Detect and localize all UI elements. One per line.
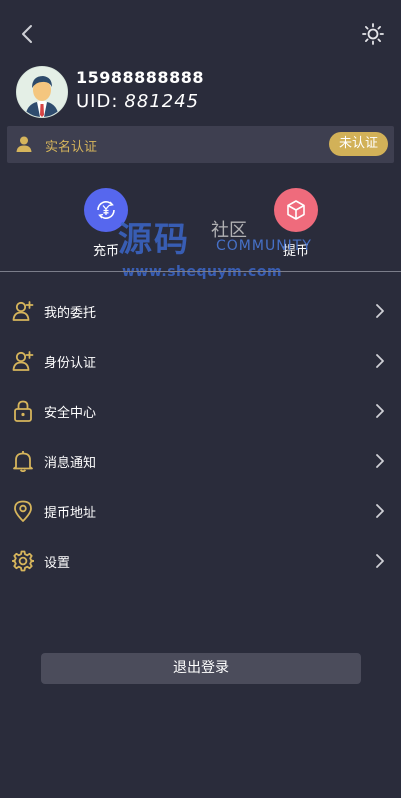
theme-toggle-button[interactable] bbox=[361, 22, 385, 46]
box-icon bbox=[287, 200, 305, 220]
menu-list: 我的委托 身份认证 安全中心 消息通知 提币地址 设置 bbox=[0, 286, 401, 586]
back-button[interactable] bbox=[16, 22, 40, 46]
menu-item-my-orders[interactable]: 我的委托 bbox=[0, 286, 401, 336]
user-avatar-icon bbox=[17, 67, 67, 117]
menu-item-identity[interactable]: 身份认证 bbox=[0, 336, 401, 386]
menu-item-settings[interactable]: 设置 bbox=[0, 536, 401, 586]
sun-icon bbox=[362, 23, 384, 45]
menu-item-label: 我的委托 bbox=[44, 306, 97, 321]
uid-value: 881245 bbox=[124, 91, 200, 112]
menu-item-label: 消息通知 bbox=[44, 456, 97, 471]
person-icon bbox=[16, 136, 32, 152]
location-pin-icon bbox=[14, 500, 32, 522]
withdraw-label: 提币 bbox=[282, 244, 309, 259]
deposit-button[interactable]: 充币 bbox=[76, 188, 136, 268]
user-add-icon bbox=[12, 301, 34, 321]
phone-number: 15988888888 bbox=[76, 68, 204, 87]
kyc-label: 实名认证 bbox=[45, 140, 98, 155]
menu-item-label: 安全中心 bbox=[44, 406, 97, 421]
menu-item-label: 身份认证 bbox=[44, 356, 97, 371]
withdraw-button[interactable]: 提币 bbox=[266, 188, 326, 268]
divider bbox=[0, 271, 401, 272]
kyc-status-badge[interactable]: 未认证 bbox=[328, 132, 388, 156]
deposit-circle bbox=[84, 188, 128, 232]
chevron-right-icon bbox=[376, 304, 384, 318]
chevron-right-icon bbox=[376, 504, 384, 518]
menu-item-security[interactable]: 安全中心 bbox=[0, 386, 401, 436]
chevron-left-icon bbox=[22, 25, 32, 43]
gear-icon bbox=[12, 550, 34, 572]
withdraw-circle bbox=[274, 188, 318, 232]
chevron-right-icon bbox=[376, 454, 384, 468]
watermark-sub: 社区 bbox=[211, 220, 247, 241]
menu-item-withdraw-address[interactable]: 提币地址 bbox=[0, 486, 401, 536]
uid-line: UID: 881245 bbox=[76, 91, 199, 112]
chevron-right-icon bbox=[376, 404, 384, 418]
top-bar bbox=[0, 0, 401, 66]
avatar[interactable] bbox=[16, 66, 68, 118]
menu-item-label: 设置 bbox=[44, 556, 71, 571]
user-add-icon bbox=[12, 351, 34, 371]
logout-button[interactable]: 退出登录 bbox=[41, 653, 361, 684]
watermark-url: www.shequym.com bbox=[122, 264, 283, 280]
menu-item-notifications[interactable]: 消息通知 bbox=[0, 436, 401, 486]
profile-header: 15988888888 UID: 881245 bbox=[16, 66, 386, 118]
chevron-right-icon bbox=[376, 554, 384, 568]
yuan-exchange-icon bbox=[97, 200, 115, 220]
bell-icon bbox=[13, 451, 33, 472]
menu-item-label: 提币地址 bbox=[44, 506, 97, 521]
deposit-label: 充币 bbox=[92, 244, 119, 259]
chevron-right-icon bbox=[376, 354, 384, 368]
kyc-bar[interactable]: 实名认证 未认证 bbox=[7, 126, 394, 163]
lock-icon bbox=[14, 400, 32, 422]
uid-label: UID: bbox=[76, 91, 119, 112]
